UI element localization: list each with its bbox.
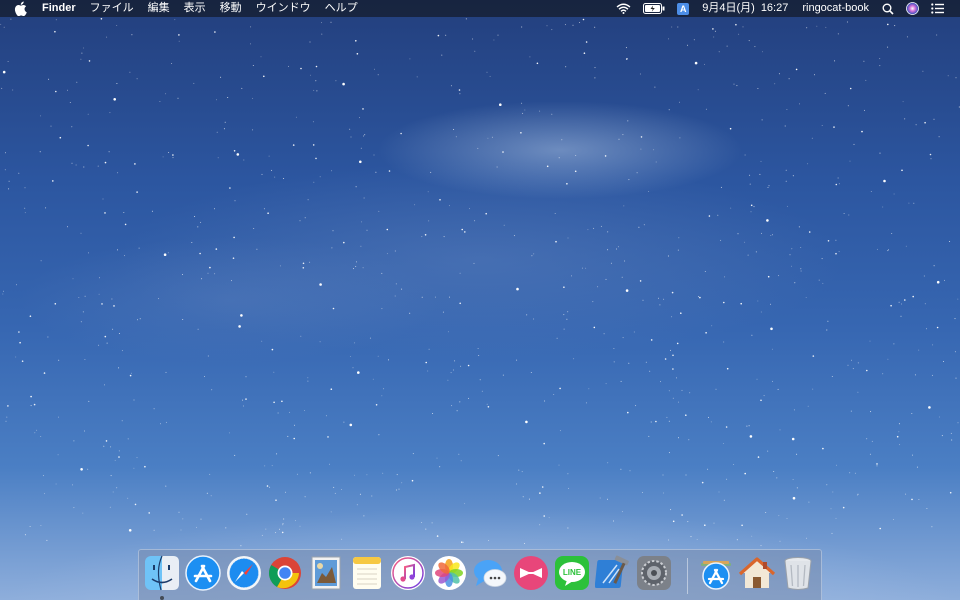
dock-home[interactable] — [738, 555, 776, 591]
input-source-icon[interactable]: A — [677, 0, 690, 17]
preview-icon — [311, 556, 341, 590]
dock-separator — [687, 558, 688, 594]
menu-time[interactable]: 16:27 — [758, 0, 796, 17]
menu-window[interactable]: ウインドウ — [249, 0, 318, 17]
dock-applications-folder[interactable] — [698, 555, 734, 591]
dock-skitch[interactable] — [513, 555, 549, 591]
desktop[interactable]: Finder ファイル 編集 表示 移動 ウインドウ ヘルプ A 9月4日(月)… — [0, 0, 960, 600]
finder-running-indicator — [160, 596, 164, 600]
itunes-icon — [391, 556, 425, 590]
menu-view[interactable]: 表示 — [177, 0, 213, 17]
applications-folder-icon — [701, 561, 731, 590]
safari-icon — [227, 556, 261, 590]
input-source-label: A — [677, 2, 690, 15]
line-icon: LINE — [555, 556, 589, 590]
menu-date[interactable]: 9月4日(月) — [695, 0, 758, 17]
chrome-icon — [268, 557, 301, 589]
menu-bar: Finder ファイル 編集 表示 移動 ウインドウ ヘルプ A 9月4日(月)… — [0, 0, 960, 17]
finder-icon — [145, 555, 179, 591]
wifi-icon[interactable] — [616, 0, 631, 17]
home-icon — [738, 557, 776, 588]
dock-chrome[interactable] — [267, 555, 303, 591]
xcode-icon — [594, 555, 629, 588]
siri-icon[interactable] — [906, 0, 919, 17]
menu-file[interactable]: ファイル — [83, 0, 141, 17]
menu-go[interactable]: 移動 — [213, 0, 249, 17]
notes-icon — [353, 557, 381, 589]
line-label: LINE — [563, 568, 582, 577]
dock-messages[interactable] — [472, 555, 508, 591]
apple-logo-icon[interactable] — [14, 1, 27, 16]
dock-preview[interactable] — [308, 555, 344, 591]
photos-icon — [432, 556, 466, 590]
battery-icon[interactable] — [643, 0, 665, 17]
dock-trash[interactable] — [780, 555, 816, 591]
gear-icon — [637, 556, 671, 590]
trash-icon — [784, 557, 812, 590]
dock-photos[interactable] — [431, 555, 467, 591]
app-store-icon — [185, 555, 221, 591]
dock-notes[interactable] — [349, 555, 385, 591]
dock-safari[interactable] — [226, 555, 262, 591]
messages-icon — [474, 560, 507, 587]
dock-line[interactable]: LINE — [554, 555, 590, 591]
dock-itunes[interactable] — [390, 555, 426, 591]
dock-xcode[interactable] — [594, 555, 631, 591]
spotlight-search-icon[interactable] — [882, 0, 894, 17]
menu-user[interactable]: ringocat-book — [795, 0, 876, 17]
dock-app-store[interactable] — [185, 555, 221, 591]
dock-finder[interactable] — [144, 555, 180, 591]
wallpaper-starfield — [0, 18, 960, 547]
notification-center-icon[interactable] — [931, 0, 944, 17]
skitch-icon — [514, 556, 548, 590]
menu-help[interactable]: ヘルプ — [318, 0, 365, 17]
dock-system-preferences[interactable] — [636, 555, 672, 591]
dock: LINE — [138, 549, 822, 600]
menu-edit[interactable]: 編集 — [141, 0, 177, 17]
menu-app-finder[interactable]: Finder — [35, 0, 83, 17]
